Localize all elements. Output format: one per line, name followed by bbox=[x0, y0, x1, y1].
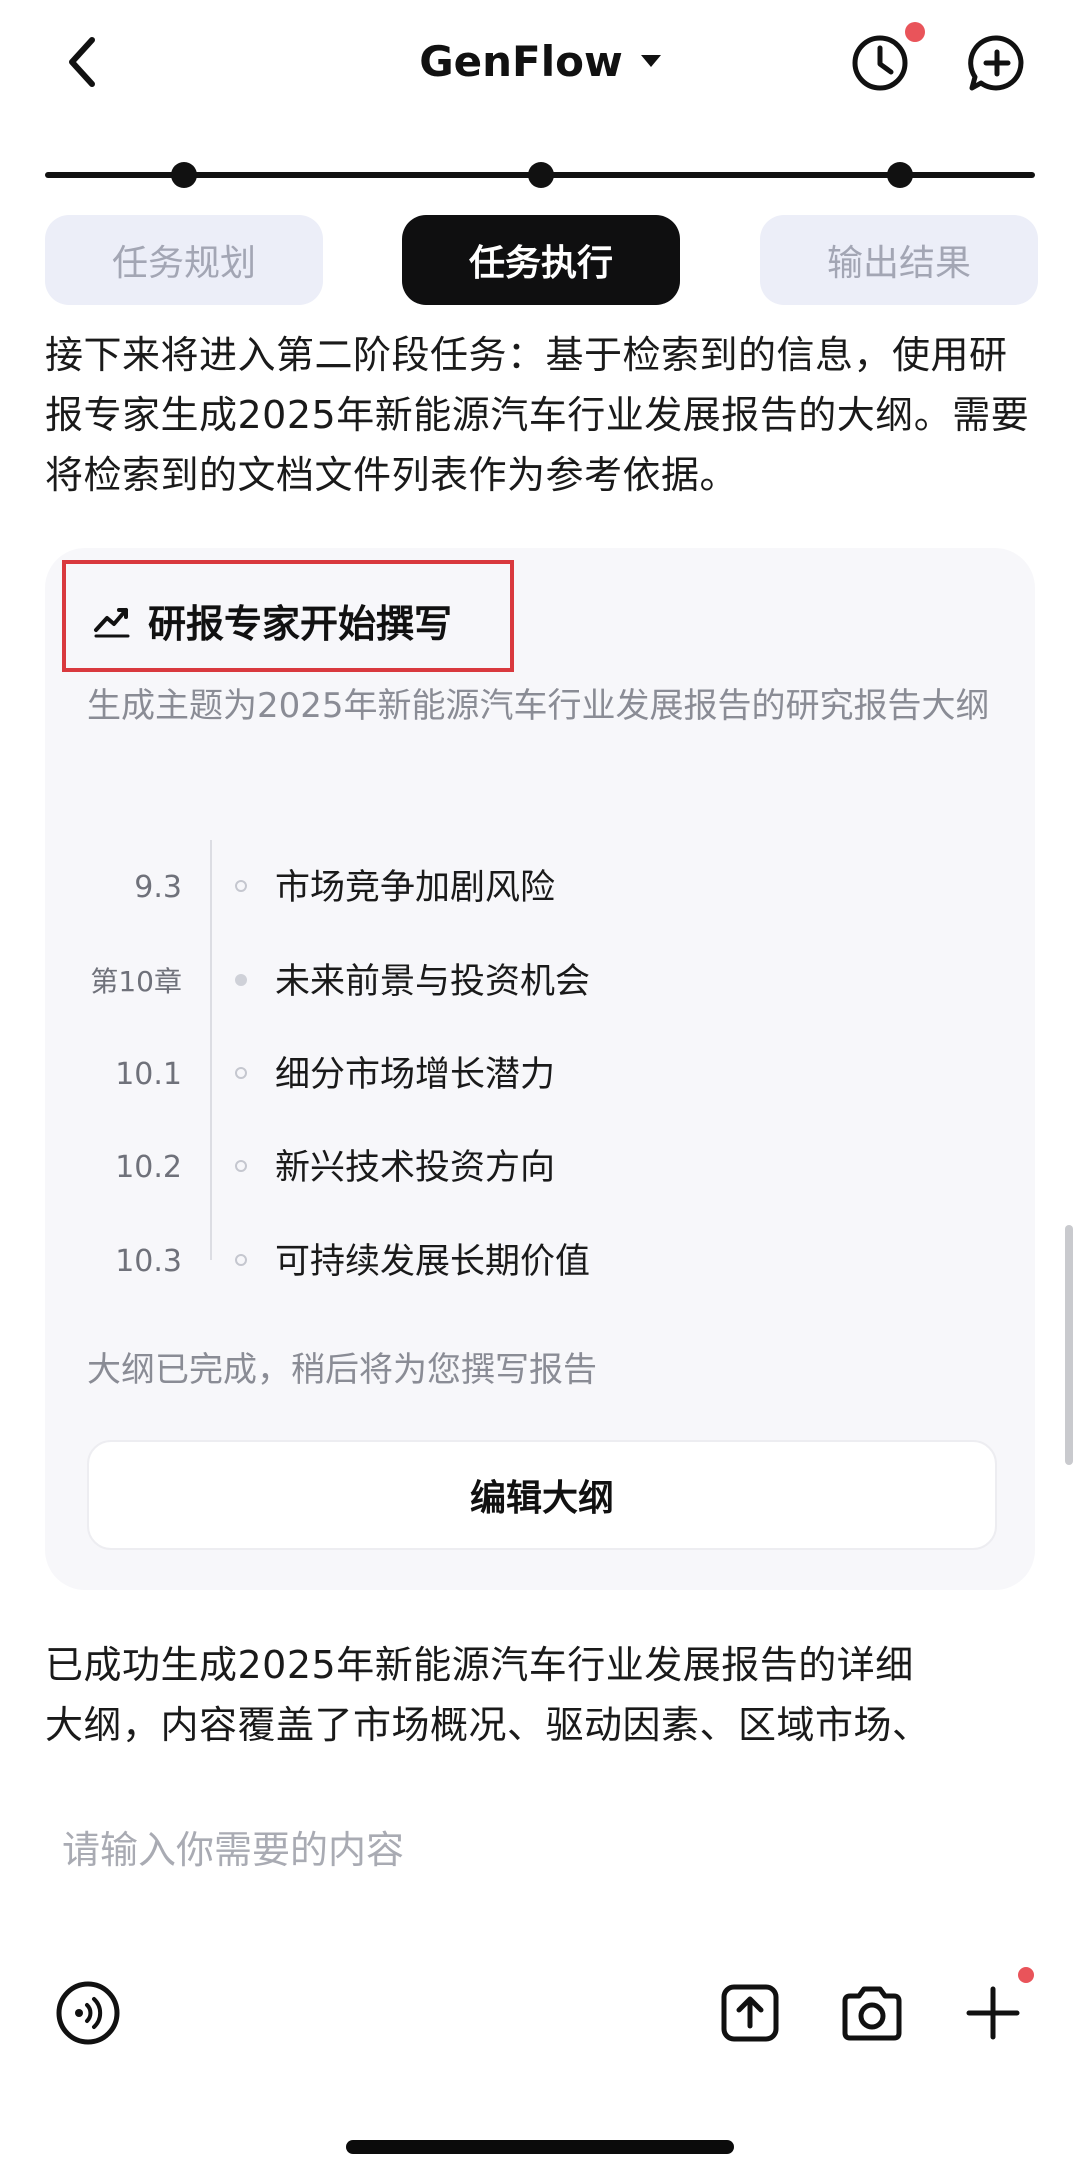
upload-icon bbox=[721, 1984, 779, 2042]
outline-status-note: 大纲已完成，稍后将为您撰写报告 bbox=[87, 1350, 597, 1390]
message-input[interactable]: 请输入你需要的内容 bbox=[62, 1820, 404, 1880]
timeline-dot bbox=[235, 1160, 247, 1172]
outline-item: 10.3 可持续发展长期价值 bbox=[40, 1232, 1030, 1292]
new-chat-icon bbox=[968, 35, 1024, 91]
app-title: GenFlow bbox=[419, 37, 623, 86]
outline-text: 新兴技术投资方向 bbox=[275, 1148, 556, 1188]
result-paragraph-line1: 已成功生成2025年新能源汽车行业发展报告的详细 bbox=[45, 1643, 914, 1687]
timeline-dot bbox=[235, 1254, 247, 1266]
timeline-dot bbox=[235, 1067, 247, 1079]
intro-paragraph: 接下来将进入第二阶段任务：基于检索到的信息，使用研报专家生成2025年新能源汽车… bbox=[45, 333, 1030, 497]
chevron-down-icon bbox=[640, 54, 661, 67]
plus-icon bbox=[966, 1986, 1020, 2040]
outline-item: 10.2 新兴技术投资方向 bbox=[40, 1138, 1030, 1198]
edit-outline-button[interactable]: 编辑大纲 bbox=[87, 1440, 997, 1550]
outline-item: 10.1 细分市场增长潜力 bbox=[40, 1045, 1030, 1105]
card-subtitle: 生成主题为2025年新能源汽车行业发展报告的研究报告大纲 bbox=[87, 686, 990, 726]
notification-dot bbox=[905, 22, 925, 42]
camera-button[interactable] bbox=[834, 1975, 910, 2051]
progress-step-3 bbox=[887, 162, 913, 188]
camera-icon bbox=[842, 1986, 902, 2041]
voice-call-button[interactable] bbox=[50, 1975, 126, 2051]
progress-step-2 bbox=[528, 162, 554, 188]
more-notification-dot bbox=[1018, 1967, 1034, 1983]
highlight-box bbox=[62, 560, 514, 672]
new-chat-button[interactable] bbox=[962, 28, 1032, 98]
tab-task-planning[interactable]: 任务规划 bbox=[45, 215, 323, 305]
outline-number: 10.1 bbox=[115, 1057, 182, 1092]
upload-button[interactable] bbox=[712, 1975, 788, 2051]
timeline-dot bbox=[235, 974, 247, 986]
outline-text: 细分市场增长潜力 bbox=[275, 1055, 556, 1095]
voice-call-icon bbox=[56, 1981, 120, 2045]
outline-item: 9.3 市场竞争加剧风险 bbox=[40, 858, 1030, 918]
history-clock-icon bbox=[852, 35, 908, 91]
outline-chapter: 第10章 未来前景与投资机会 bbox=[40, 952, 1030, 1012]
outline-number: 第10章 bbox=[90, 965, 182, 998]
home-indicator bbox=[346, 2140, 734, 2154]
more-button[interactable] bbox=[955, 1975, 1031, 2051]
tab-output-results[interactable]: 输出结果 bbox=[760, 215, 1038, 305]
tab-task-execution[interactable]: 任务执行 bbox=[402, 215, 680, 305]
timeline-dot bbox=[235, 880, 247, 892]
outline-text: 未来前景与投资机会 bbox=[275, 962, 591, 1002]
outline-text: 可持续发展长期价值 bbox=[275, 1242, 591, 1282]
history-button[interactable] bbox=[845, 28, 915, 98]
outline-text: 市场竞争加剧风险 bbox=[275, 868, 556, 908]
progress-step-1 bbox=[171, 162, 197, 188]
outline-number: 9.3 bbox=[134, 870, 182, 905]
outline-number: 10.2 bbox=[115, 1150, 182, 1185]
scrollbar[interactable] bbox=[1065, 1225, 1073, 1465]
outline-number: 10.3 bbox=[115, 1244, 182, 1279]
